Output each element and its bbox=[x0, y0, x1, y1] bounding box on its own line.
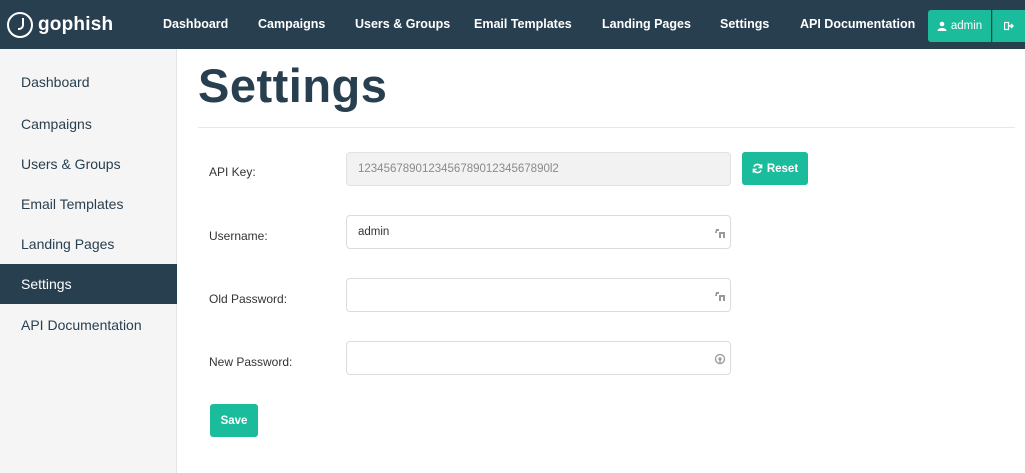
nav-email-templates[interactable]: Email Templates bbox=[474, 17, 572, 31]
brand[interactable]: gophish bbox=[0, 0, 150, 49]
sidebar-item-campaigns[interactable]: Campaigns bbox=[0, 104, 177, 144]
sidebar-item-settings[interactable]: Settings bbox=[0, 264, 177, 304]
password-manager-key-icon bbox=[715, 292, 725, 301]
refresh-icon bbox=[752, 163, 763, 174]
user-menu-button[interactable]: admin bbox=[928, 10, 991, 42]
sidebar-item-api-documentation[interactable]: API Documentation bbox=[0, 305, 177, 345]
sidebar: Dashboard Campaigns Users & Groups Email… bbox=[0, 49, 177, 473]
page-title: Settings bbox=[198, 59, 388, 112]
nav-dashboard[interactable]: Dashboard bbox=[163, 17, 228, 31]
sidebar-item-landing-pages[interactable]: Landing Pages bbox=[0, 224, 177, 264]
sidebar-item-dashboard[interactable]: Dashboard bbox=[0, 62, 177, 102]
username-value: admin bbox=[358, 226, 390, 238]
old-password-field[interactable] bbox=[346, 278, 731, 312]
sign-out-icon bbox=[1004, 21, 1014, 31]
user-label: admin bbox=[950, 20, 983, 32]
nav-users-groups[interactable]: Users & Groups bbox=[355, 17, 450, 31]
title-divider bbox=[198, 127, 1015, 128]
password-generator-icon bbox=[714, 353, 726, 365]
nav-landing-pages[interactable]: Landing Pages bbox=[602, 17, 691, 31]
password-manager-key-icon bbox=[715, 229, 725, 238]
logout-button[interactable] bbox=[992, 10, 1025, 42]
save-button[interactable]: Save bbox=[210, 404, 258, 437]
new-password-field[interactable] bbox=[346, 341, 731, 375]
nav-api-documentation[interactable]: API Documentation bbox=[800, 17, 915, 31]
user-icon bbox=[937, 21, 947, 31]
sidebar-item-users-groups[interactable]: Users & Groups bbox=[0, 144, 177, 184]
username-label: Username: bbox=[209, 229, 268, 243]
reset-label: Reset bbox=[766, 162, 799, 175]
sidebar-item-email-templates[interactable]: Email Templates bbox=[0, 184, 177, 224]
username-field[interactable]: admin bbox=[346, 215, 731, 249]
top-navbar: gophish Dashboard Campaigns Users & Grou… bbox=[0, 0, 1025, 49]
gophish-logo-icon bbox=[7, 11, 33, 38]
new-password-label: New Password: bbox=[209, 355, 293, 369]
old-password-label: Old Password: bbox=[209, 292, 288, 306]
api-key-label: API Key: bbox=[209, 165, 256, 179]
nav-settings[interactable]: Settings bbox=[720, 17, 769, 31]
api-key-field[interactable]: 123456789012345678901234567890l2 bbox=[346, 152, 731, 186]
brand-name: gophish bbox=[38, 13, 114, 35]
reset-api-key-button[interactable]: Reset bbox=[742, 152, 808, 185]
nav-campaigns[interactable]: Campaigns bbox=[258, 17, 325, 31]
